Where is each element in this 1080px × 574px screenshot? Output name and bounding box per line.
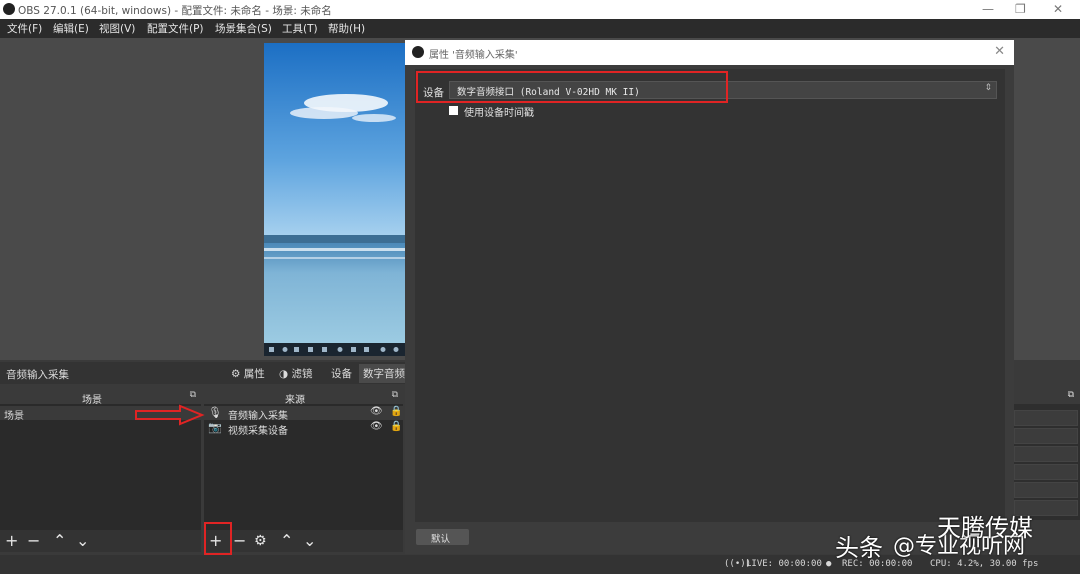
move-up-icon[interactable]: ⌃ [53, 531, 66, 550]
annotation-arrow [135, 404, 205, 426]
add-source-highlight [204, 522, 232, 555]
filter-icon: ◑ [279, 368, 289, 380]
menu-edit[interactable]: 编辑(E) [53, 21, 89, 36]
source-name: 音频输入采集 [228, 411, 288, 422]
sources-controls: + − ⚙ ⌃ ⌄ [204, 530, 403, 552]
use-timestamp-checkbox[interactable] [449, 106, 458, 115]
remove-source-icon[interactable]: − [233, 531, 246, 550]
undock-icon[interactable]: ⧉ [1068, 390, 1074, 400]
control-button[interactable] [1014, 428, 1078, 444]
properties-dialog: 属性 '音频输入采集' ✕ 设备 数字音频接口 (Roland V-02HD M… [405, 40, 1014, 554]
watermark: 头条 @专业视听网 天腾传媒 [835, 510, 1080, 570]
scene-name: 场景 [4, 411, 24, 422]
obs-logo-icon [412, 46, 424, 58]
scenes-header: 场景 ⧉ [0, 390, 201, 406]
rec-indicator-icon: ● [826, 559, 832, 569]
obs-logo-icon [3, 3, 15, 15]
preview-image [264, 43, 406, 356]
defaults-button[interactable]: 默认 [416, 529, 469, 545]
filters-button[interactable]: ◑ 滤镜 [279, 366, 313, 381]
source-name: 视频采集设备 [228, 426, 288, 437]
watermark-text-1: 头条 [835, 534, 883, 562]
live-time: LIVE: 00:00:00 [746, 559, 822, 569]
move-down-icon[interactable]: ⌄ [303, 531, 316, 550]
close-window-icon[interactable]: ✕ [1053, 2, 1063, 16]
microphone-icon: 🎙 [208, 406, 222, 419]
use-timestamp-label: 使用设备时间戳 [464, 108, 534, 119]
scenes-controls: + − ⌃ ⌄ [0, 530, 201, 552]
restore-icon[interactable]: ❐ [1015, 2, 1026, 16]
window-titlebar: OBS 27.0.1 (64-bit, windows) - 配置文件: 未命名… [0, 0, 1080, 19]
preview-canvas [264, 43, 406, 356]
watermark-text-3: 天腾传媒 [937, 514, 1033, 542]
menu-scene-collection[interactable]: 场景集合(S) [215, 21, 272, 36]
menu-bar: 文件(F) 编辑(E) 视图(V) 配置文件(P) 场景集合(S) 工具(T) … [0, 19, 1080, 38]
menu-file[interactable]: 文件(F) [7, 21, 42, 36]
menu-view[interactable]: 视图(V) [99, 21, 135, 36]
toolbar-device-label: 设备 [331, 368, 352, 380]
toolbar-device-select[interactable]: 数字音频 [359, 364, 409, 383]
move-up-icon[interactable]: ⌃ [280, 531, 293, 550]
gear-icon: ⚙ [231, 368, 241, 380]
defaults-button-label: 默认 [431, 534, 451, 545]
control-button[interactable] [1014, 482, 1078, 498]
sources-title: 来源 [285, 395, 305, 406]
minimize-icon[interactable]: — [982, 2, 994, 16]
control-button[interactable] [1014, 446, 1078, 462]
device-highlight [416, 71, 728, 103]
visibility-eye-icon[interactable]: 👁 [370, 406, 383, 417]
controls-dock: ⧉ [1014, 390, 1080, 520]
dialog-title: 属性 '音频输入采集' [429, 50, 518, 61]
camera-icon: 📷 [208, 421, 222, 434]
controls-dock-header: ⧉ [1014, 390, 1080, 404]
close-icon[interactable]: ✕ [994, 44, 1005, 59]
remove-scene-icon[interactable]: − [27, 531, 40, 550]
filters-label: 滤镜 [291, 368, 313, 380]
source-toolbar: 音频输入采集 ⚙ 属性 ◑ 滤镜 设备 数字音频 [0, 362, 409, 384]
properties-button[interactable]: ⚙ 属性 [231, 366, 265, 381]
sources-header: 来源 ⧉ [204, 390, 403, 406]
dialog-titlebar: 属性 '音频输入采集' ✕ [405, 40, 1014, 65]
control-button[interactable] [1014, 410, 1078, 426]
menu-help[interactable]: 帮助(H) [328, 21, 365, 36]
lock-icon[interactable]: 🔒 [390, 421, 402, 432]
window-title: OBS 27.0.1 (64-bit, windows) - 配置文件: 未命名… [18, 5, 332, 17]
lock-icon[interactable]: 🔒 [390, 406, 402, 417]
scenes-title: 场景 [82, 395, 102, 406]
properties-panel [415, 69, 1005, 522]
undock-icon[interactable]: ⧉ [190, 390, 196, 400]
source-settings-gear-icon[interactable]: ⚙ [254, 533, 267, 549]
spinner-arrows-icon: ⇕ [984, 83, 992, 93]
source-list-item[interactable]: 🎙 音频输入采集 👁 🔒 [204, 406, 403, 422]
add-scene-icon[interactable]: + [5, 531, 18, 550]
undock-icon[interactable]: ⧉ [392, 390, 398, 400]
properties-label: 属性 [243, 368, 265, 380]
control-button[interactable] [1014, 464, 1078, 480]
menu-profile[interactable]: 配置文件(P) [147, 21, 204, 36]
menu-tools[interactable]: 工具(T) [282, 21, 318, 36]
selected-source-name: 音频输入采集 [6, 369, 69, 381]
visibility-eye-icon[interactable]: 👁 [370, 421, 383, 432]
sources-dock: 来源 ⧉ 🎙 音频输入采集 👁 🔒 📷 视频采集设备 👁 🔒 + − ⚙ ⌃ ⌄ [204, 390, 403, 552]
move-down-icon[interactable]: ⌄ [76, 531, 89, 550]
source-list-item[interactable]: 📷 视频采集设备 👁 🔒 [204, 421, 403, 437]
